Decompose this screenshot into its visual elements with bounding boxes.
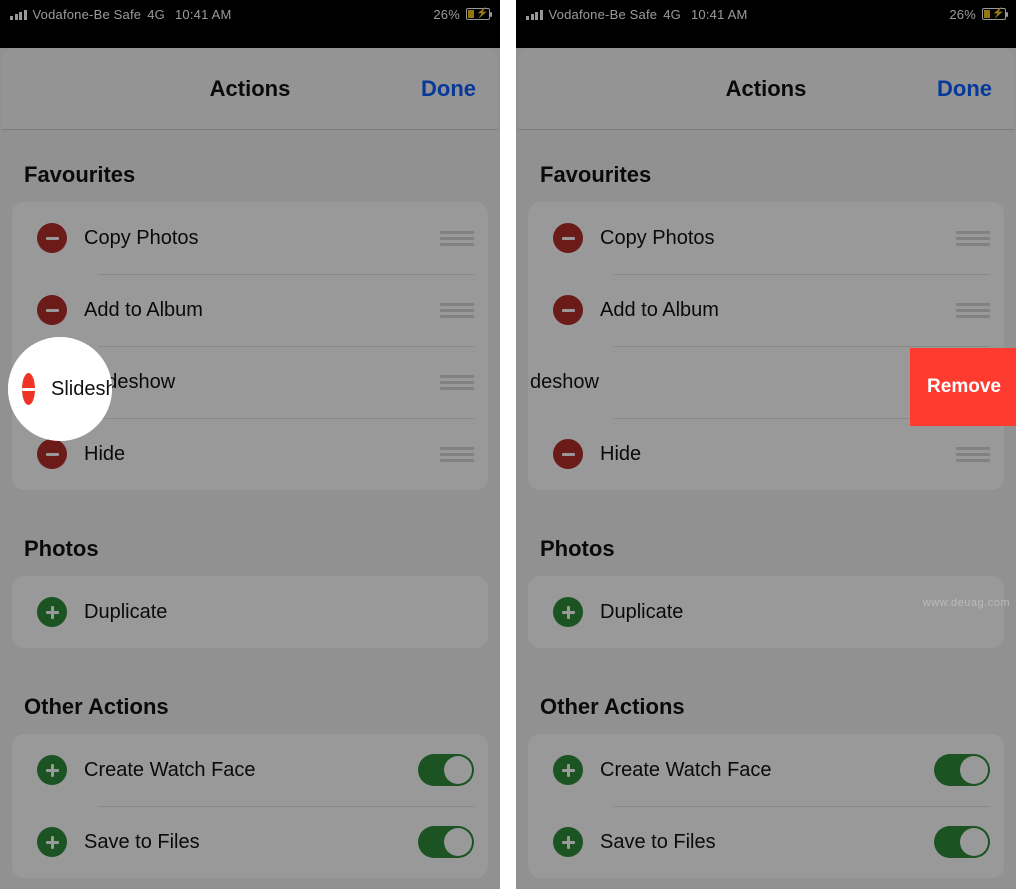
toggle-switch[interactable]	[418, 754, 474, 786]
battery-icon: ⚡	[466, 8, 490, 20]
row-watch-face[interactable]: Create Watch Face	[528, 734, 1004, 806]
header-title: Actions	[518, 76, 1014, 102]
signal-icon	[526, 8, 543, 20]
plus-icon[interactable]	[553, 827, 583, 857]
minus-icon[interactable]	[553, 295, 583, 325]
status-bar: Vodafone-Be Safe 4G 10:41 AM 26% ⚡	[0, 0, 500, 28]
plus-icon[interactable]	[37, 755, 67, 785]
clock: 10:41 AM	[691, 7, 748, 22]
plus-icon[interactable]	[37, 597, 67, 627]
row-label: Save to Files	[600, 831, 934, 854]
row-save-to-files[interactable]: Save to Files	[528, 806, 1004, 878]
row-label: Add to Album	[600, 299, 956, 322]
row-add-to-album[interactable]: Add to Album	[528, 274, 1004, 346]
row-label: Save to Files	[84, 831, 418, 854]
favourites-heading: Favourites	[0, 162, 500, 202]
row-label: Slideshow	[84, 371, 440, 394]
sheet-header: Actions Done	[2, 48, 498, 130]
drag-handle-icon[interactable]	[440, 447, 474, 462]
battery-icon: ⚡	[982, 8, 1006, 20]
plus-icon[interactable]	[553, 755, 583, 785]
remove-button[interactable]: Remove	[914, 352, 1014, 422]
battery-pct: 26%	[949, 7, 976, 22]
right-phone: Vodafone-Be Safe 4G 10:41 AM 26% ⚡ Actio…	[516, 0, 1016, 889]
carrier-label: Vodafone-Be Safe	[33, 7, 142, 22]
clock: 10:41 AM	[175, 7, 232, 22]
toggle-switch[interactable]	[934, 826, 990, 858]
drag-handle-icon[interactable]	[956, 231, 990, 246]
row-watch-face[interactable]: Create Watch Face	[12, 734, 488, 806]
drag-handle-icon[interactable]	[956, 303, 990, 318]
minus-icon[interactable]	[553, 439, 583, 469]
photos-heading: Photos	[0, 536, 500, 576]
row-label: Hide	[84, 443, 440, 466]
row-add-to-album[interactable]: Add to Album	[12, 274, 488, 346]
minus-icon[interactable]	[37, 295, 67, 325]
photos-card: Duplicate	[528, 576, 1004, 648]
minus-icon[interactable]	[553, 223, 583, 253]
drag-handle-icon[interactable]	[440, 231, 474, 246]
row-label: Hide	[600, 443, 956, 466]
favourites-heading: Favourites	[516, 162, 1016, 202]
sheet-header: Actions Done	[518, 48, 1014, 130]
status-bar: Vodafone-Be Safe 4G 10:41 AM 26% ⚡	[516, 0, 1016, 28]
other-card: Create Watch Face Save to Files	[12, 734, 488, 878]
row-label: Copy Photos	[84, 227, 440, 250]
other-actions-heading: Other Actions	[0, 694, 500, 734]
battery-pct: 26%	[433, 7, 460, 22]
row-hide[interactable]: Hide	[528, 418, 1004, 490]
row-label: Create Watch Face	[600, 759, 934, 782]
row-label: Copy Photos	[600, 227, 956, 250]
header-title: Actions	[2, 76, 498, 102]
other-actions-heading: Other Actions	[516, 694, 1016, 734]
favourites-card: Copy Photos Add to Album deshow Hide	[528, 202, 1004, 490]
row-label: Create Watch Face	[84, 759, 418, 782]
spotlight-label: Slideshow	[51, 378, 112, 401]
plus-icon[interactable]	[553, 597, 583, 627]
network-label: 4G	[147, 7, 165, 22]
row-label: Duplicate	[84, 601, 474, 624]
left-phone: Vodafone-Be Safe 4G 10:41 AM 26% ⚡ Actio…	[0, 0, 500, 889]
signal-icon	[10, 8, 27, 20]
other-card: Create Watch Face Save to Files	[528, 734, 1004, 878]
plus-icon[interactable]	[37, 827, 67, 857]
row-duplicate[interactable]: Duplicate	[12, 576, 488, 648]
toggle-switch[interactable]	[418, 826, 474, 858]
row-duplicate[interactable]: Duplicate	[528, 576, 1004, 648]
drag-handle-icon[interactable]	[956, 447, 990, 462]
row-label: deshow	[528, 371, 599, 394]
minus-icon[interactable]	[37, 223, 67, 253]
minus-icon[interactable]	[22, 373, 35, 405]
drag-handle-icon[interactable]	[440, 303, 474, 318]
drag-handle-icon[interactable]	[440, 375, 474, 390]
minus-icon[interactable]	[37, 439, 67, 469]
photos-card: Duplicate	[12, 576, 488, 648]
row-copy-photos[interactable]: Copy Photos	[528, 202, 1004, 274]
photos-heading: Photos	[516, 536, 1016, 576]
row-copy-photos[interactable]: Copy Photos	[12, 202, 488, 274]
spotlight-slideshow-minus[interactable]: Slideshow	[8, 337, 112, 441]
watermark: www.deuag.com	[923, 597, 1010, 609]
network-label: 4G	[663, 7, 681, 22]
toggle-switch[interactable]	[934, 754, 990, 786]
row-save-to-files[interactable]: Save to Files	[12, 806, 488, 878]
row-label: Add to Album	[84, 299, 440, 322]
carrier-label: Vodafone-Be Safe	[549, 7, 658, 22]
